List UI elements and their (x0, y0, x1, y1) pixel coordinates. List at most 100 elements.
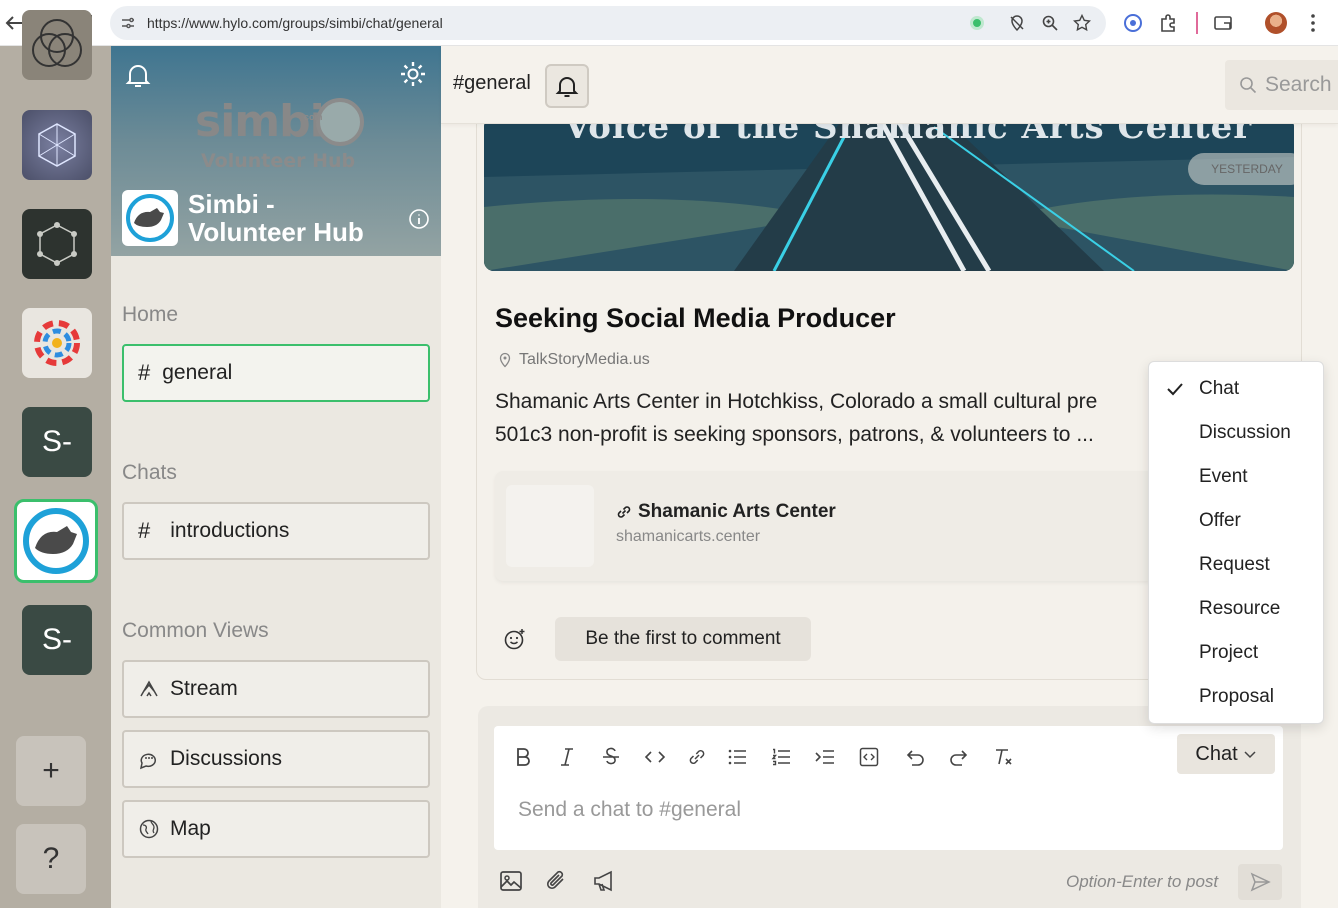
post-title[interactable]: Seeking Social Media Producer (495, 303, 896, 334)
dropdown-option-label: Project (1199, 642, 1259, 663)
discussions-icon (138, 748, 160, 770)
sidebar-item-discussions[interactable]: Discussions (122, 730, 430, 788)
numbered-list-icon[interactable] (770, 746, 792, 768)
dropdown-option-label: Request (1199, 554, 1270, 575)
sidebar-item-label: Discussions (170, 747, 283, 770)
italic-icon[interactable] (556, 746, 578, 768)
banner-logo-small: com (304, 112, 323, 122)
search-placeholder: Search (1265, 73, 1332, 96)
dropdown-option-label: Chat (1199, 378, 1240, 399)
dropdown-option-event[interactable]: Event (1149, 455, 1325, 499)
location-off-icon[interactable] (1008, 14, 1026, 32)
check-icon (1165, 379, 1185, 399)
group-sidebar: simbi com Volunteer Hub Simbi - Voluntee… (111, 46, 441, 908)
extensions-puzzle-icon[interactable] (1158, 12, 1180, 34)
strikethrough-icon[interactable] (600, 746, 622, 768)
extension-status-icon[interactable] (970, 16, 984, 30)
hash-icon: # (138, 360, 151, 385)
composer-placeholder[interactable]: Send a chat to #general (518, 798, 741, 822)
dropdown-option-offer[interactable]: Offer (1149, 499, 1325, 543)
post-body-line2: 501c3 non-profit is seeking sponsors, pa… (495, 423, 1094, 446)
add-reaction-icon[interactable] (503, 627, 527, 651)
send-button[interactable] (1238, 864, 1282, 900)
sidebar-item-label: general (162, 361, 233, 384)
group-tile-7[interactable]: S- (22, 605, 92, 675)
bullet-list-icon[interactable] (726, 746, 748, 768)
post-image: Voice of the Shamanic Arts Center YESTER… (484, 117, 1294, 271)
undo-icon[interactable] (904, 746, 926, 768)
search-input[interactable]: Search (1225, 60, 1338, 110)
group-tile-1[interactable] (22, 10, 92, 80)
code-icon[interactable] (644, 746, 666, 768)
group-name-line1: Simbi - (188, 189, 275, 219)
browser-toolbar: https://www.hylo.com/groups/simbi/chat/g… (0, 0, 1338, 46)
help-button[interactable]: ? (16, 824, 86, 894)
group-tile-simbi[interactable] (14, 499, 98, 583)
channel-title: #general (453, 72, 531, 94)
chats-heading: Chats (122, 461, 177, 484)
sidebar-item-label: Map (170, 817, 211, 840)
chevron-down-icon (1244, 751, 1256, 759)
redo-icon[interactable] (948, 746, 970, 768)
extension-1-icon[interactable] (1122, 12, 1144, 34)
sidebar-item-general[interactable]: # general (122, 344, 430, 402)
post-type-button[interactable]: Chat (1177, 734, 1275, 774)
bold-icon[interactable] (512, 746, 534, 768)
dropdown-option-proposal[interactable]: Proposal (1149, 675, 1325, 719)
address-bar[interactable]: https://www.hylo.com/groups/simbi/chat/g… (110, 6, 1106, 40)
channel-notifications-button[interactable] (545, 64, 589, 108)
group-avatar (122, 190, 178, 246)
dropdown-option-request[interactable]: Request (1149, 543, 1325, 587)
settings-gear-icon[interactable] (398, 59, 428, 89)
site-settings-icon[interactable] (120, 15, 136, 31)
link-title[interactable]: Shamanic Arts Center (615, 501, 836, 523)
group-info-icon[interactable] (408, 208, 430, 230)
sidebar-item-map[interactable]: Map (122, 800, 430, 858)
group-tile-2[interactable] (22, 110, 92, 180)
code-block-icon[interactable] (858, 746, 880, 768)
attachment-icon[interactable] (544, 868, 570, 894)
sidebar-item-stream[interactable]: Stream (122, 660, 430, 718)
composer-editor[interactable]: Chat Send a chat to #general (494, 726, 1283, 850)
link-url: shamanicarts.center (616, 528, 761, 545)
group-tile-5[interactable]: S- (22, 407, 92, 477)
cast-icon[interactable] (1212, 12, 1234, 34)
group-rail: S- S- + ? (0, 10, 111, 908)
group-name: Simbi - Volunteer Hub (188, 190, 364, 246)
url-text[interactable]: https://www.hylo.com/groups/simbi/chat/g… (147, 15, 443, 31)
first-comment-button[interactable]: Be the first to comment (555, 617, 811, 661)
date-badge: YESTERDAY (1188, 153, 1294, 185)
zoom-icon[interactable] (1041, 14, 1059, 32)
indent-icon[interactable] (814, 746, 836, 768)
chat-composer: Chat Send a chat to #general Option-Ente… (478, 706, 1301, 908)
dropdown-option-discussion[interactable]: Discussion (1149, 411, 1325, 455)
link-icon[interactable] (686, 746, 708, 768)
add-group-button[interactable]: + (16, 736, 86, 806)
sidebar-item-introductions[interactable]: # introductions (122, 502, 430, 560)
toolbar-divider (1196, 12, 1198, 34)
announcement-icon[interactable] (591, 868, 617, 894)
dropdown-option-chat[interactable]: Chat (1149, 367, 1325, 411)
location-pin-icon (499, 352, 511, 368)
image-upload-icon[interactable] (498, 868, 524, 894)
send-icon (1250, 872, 1271, 892)
sidebar-item-label: Stream (170, 677, 238, 700)
globe-icon (138, 818, 160, 840)
post-type-label: Chat (1195, 742, 1238, 765)
hash-icon: # (138, 518, 151, 543)
home-heading: Home (122, 303, 179, 326)
group-tile-3[interactable] (22, 209, 92, 279)
clear-formatting-icon[interactable] (992, 746, 1014, 768)
banner-rhino-logo: com (304, 98, 364, 146)
link-icon (617, 506, 631, 518)
sidebar-item-label: introductions (170, 519, 290, 542)
dropdown-option-project[interactable]: Project (1149, 631, 1325, 675)
dropdown-option-resource[interactable]: Resource (1149, 587, 1325, 631)
browser-menu-icon[interactable] (1302, 12, 1324, 34)
bookmark-star-icon[interactable] (1073, 14, 1091, 32)
group-tile-4[interactable] (22, 308, 92, 378)
profile-avatar[interactable] (1265, 12, 1287, 34)
link-preview[interactable]: Shamanic Arts Center shamanicarts.center (495, 471, 1155, 581)
notifications-bell-icon[interactable] (123, 60, 153, 90)
post-body-line1: Shamanic Arts Center in Hotchkiss, Color… (495, 390, 1098, 413)
